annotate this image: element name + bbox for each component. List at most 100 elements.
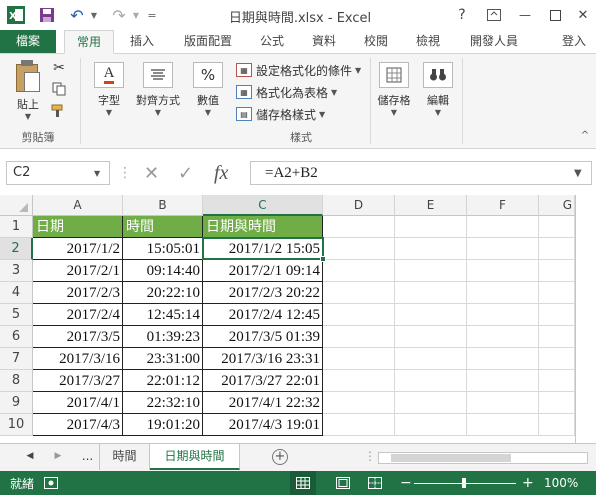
alignment-button[interactable]: 對齊方式 ▼	[132, 62, 184, 117]
scroll-sheets-left-icon[interactable]: ◀	[20, 444, 40, 470]
sheet-tab[interactable]: 時間	[100, 444, 150, 470]
font-button[interactable]: A 字型 ▼	[92, 62, 126, 117]
empty-cell[interactable]	[539, 282, 575, 304]
empty-cell[interactable]	[395, 348, 467, 370]
number-button[interactable]: % 數值 ▼	[190, 62, 226, 117]
expand-formula-bar-icon[interactable]: ▼	[574, 161, 590, 185]
column-header[interactable]: F	[467, 195, 539, 216]
more-sheets-button[interactable]: ...	[76, 444, 100, 470]
empty-cell[interactable]	[539, 392, 575, 414]
empty-cell[interactable]	[539, 260, 575, 282]
redo-icon[interactable]: ↷	[108, 0, 130, 30]
empty-cell[interactable]	[539, 370, 575, 392]
zoom-out-button[interactable]: −	[400, 471, 412, 495]
zoom-in-button[interactable]: +	[522, 471, 534, 495]
empty-cell[interactable]	[539, 414, 575, 436]
row-header[interactable]: 4	[0, 282, 33, 304]
tab-file[interactable]: 檔案	[0, 30, 56, 54]
row-header[interactable]: 1	[0, 216, 33, 238]
zoom-slider-thumb[interactable]	[462, 477, 466, 488]
column-header[interactable]: D	[323, 195, 395, 216]
empty-cell[interactable]	[323, 414, 395, 436]
table-cell[interactable]: 01:39:23	[123, 326, 203, 348]
sign-in-link[interactable]: 登入	[562, 30, 596, 54]
row-header[interactable]: 8	[0, 370, 33, 392]
column-header[interactable]: A	[33, 195, 123, 216]
formula-input[interactable]: =A2+B2	[250, 161, 592, 185]
page-layout-view-icon[interactable]	[330, 471, 356, 495]
format-as-table-button[interactable]: ▦ 格式化為表格 ▼	[236, 82, 337, 102]
tab-developer[interactable]: 開發人員	[462, 30, 526, 54]
conditional-formatting-button[interactable]: ▦ 設定格式化的條件 ▼	[236, 60, 361, 80]
cancel-icon[interactable]: ✕	[144, 161, 168, 185]
paste-button[interactable]: 貼上 ▼	[8, 60, 48, 121]
table-cell[interactable]: 2017/2/1 09:14	[203, 260, 323, 282]
empty-cell[interactable]	[323, 348, 395, 370]
table-cell[interactable]: 15:05:01	[123, 238, 203, 260]
enter-icon[interactable]: ✓	[178, 161, 202, 185]
table-cell[interactable]: 2017/2/3 20:22	[203, 282, 323, 304]
table-cell[interactable]: 2017/2/1	[33, 260, 123, 282]
save-icon[interactable]	[36, 0, 58, 30]
empty-cell[interactable]	[467, 216, 539, 238]
empty-cell[interactable]	[539, 326, 575, 348]
row-header[interactable]: 5	[0, 304, 33, 326]
empty-cell[interactable]	[467, 348, 539, 370]
close-button[interactable]: ✕	[572, 0, 594, 30]
table-cell[interactable]: 2017/3/5 01:39	[203, 326, 323, 348]
ribbon-display-icon[interactable]	[484, 0, 504, 30]
table-cell[interactable]: 2017/1/2 15:05	[203, 238, 323, 260]
empty-cell[interactable]	[467, 392, 539, 414]
empty-cell[interactable]	[395, 414, 467, 436]
table-header-cell[interactable]: 時間	[123, 216, 203, 238]
insert-function-icon[interactable]: fx	[214, 161, 242, 185]
paste-dropdown-icon[interactable]: ▼	[8, 112, 48, 121]
empty-cell[interactable]	[395, 216, 467, 238]
empty-cell[interactable]	[323, 370, 395, 392]
empty-cell[interactable]	[467, 304, 539, 326]
empty-cell[interactable]	[539, 238, 575, 260]
row-header[interactable]: 3	[0, 260, 33, 282]
column-header[interactable]: E	[395, 195, 467, 216]
tab-page-layout[interactable]: 版面配置	[176, 30, 240, 54]
table-cell[interactable]: 2017/2/4	[33, 304, 123, 326]
empty-cell[interactable]	[323, 282, 395, 304]
empty-cell[interactable]	[323, 392, 395, 414]
cut-icon[interactable]: ✂	[50, 60, 68, 76]
new-sheet-button[interactable]: +	[266, 444, 294, 470]
fill-handle[interactable]	[320, 256, 326, 262]
table-cell[interactable]: 2017/2/3	[33, 282, 123, 304]
tab-split-grip-icon[interactable]: ⋮	[364, 444, 376, 470]
undo-dropdown-icon[interactable]: ▼	[88, 0, 100, 30]
normal-view-icon[interactable]	[290, 471, 316, 495]
empty-cell[interactable]	[467, 370, 539, 392]
empty-cell[interactable]	[395, 392, 467, 414]
column-header[interactable]: G	[539, 195, 575, 216]
empty-cell[interactable]	[323, 260, 395, 282]
tab-insert[interactable]: 插入	[122, 30, 162, 54]
editing-button[interactable]: 編輯 ▼	[420, 62, 456, 117]
table-cell[interactable]: 2017/4/3	[33, 414, 123, 436]
tab-formulas[interactable]: 公式	[252, 30, 292, 54]
copy-icon[interactable]	[50, 82, 68, 99]
table-cell[interactable]: 2017/4/1	[33, 392, 123, 414]
empty-cell[interactable]	[323, 216, 395, 238]
sheet-tab-active[interactable]: 日期與時間	[150, 444, 240, 470]
row-header-selected[interactable]: 2	[0, 238, 33, 260]
zoom-slider[interactable]	[414, 471, 516, 495]
empty-cell[interactable]	[539, 216, 575, 238]
horizontal-scrollbar[interactable]	[378, 452, 588, 464]
table-header-cell[interactable]: 日期與時間	[203, 216, 323, 238]
empty-cell[interactable]	[395, 304, 467, 326]
vertical-scrollbar[interactable]	[575, 195, 596, 443]
minimize-button[interactable]: —	[514, 0, 536, 30]
tab-data[interactable]: 資料	[304, 30, 344, 54]
table-cell[interactable]: 09:14:40	[123, 260, 203, 282]
empty-cell[interactable]	[395, 260, 467, 282]
select-all-button[interactable]	[0, 195, 33, 216]
table-cell[interactable]: 2017/2/4 12:45	[203, 304, 323, 326]
table-cell[interactable]: 2017/3/5	[33, 326, 123, 348]
scroll-sheets-right-icon[interactable]: ▶	[48, 444, 68, 470]
undo-icon[interactable]: ↶	[66, 0, 88, 30]
empty-cell[interactable]	[323, 304, 395, 326]
